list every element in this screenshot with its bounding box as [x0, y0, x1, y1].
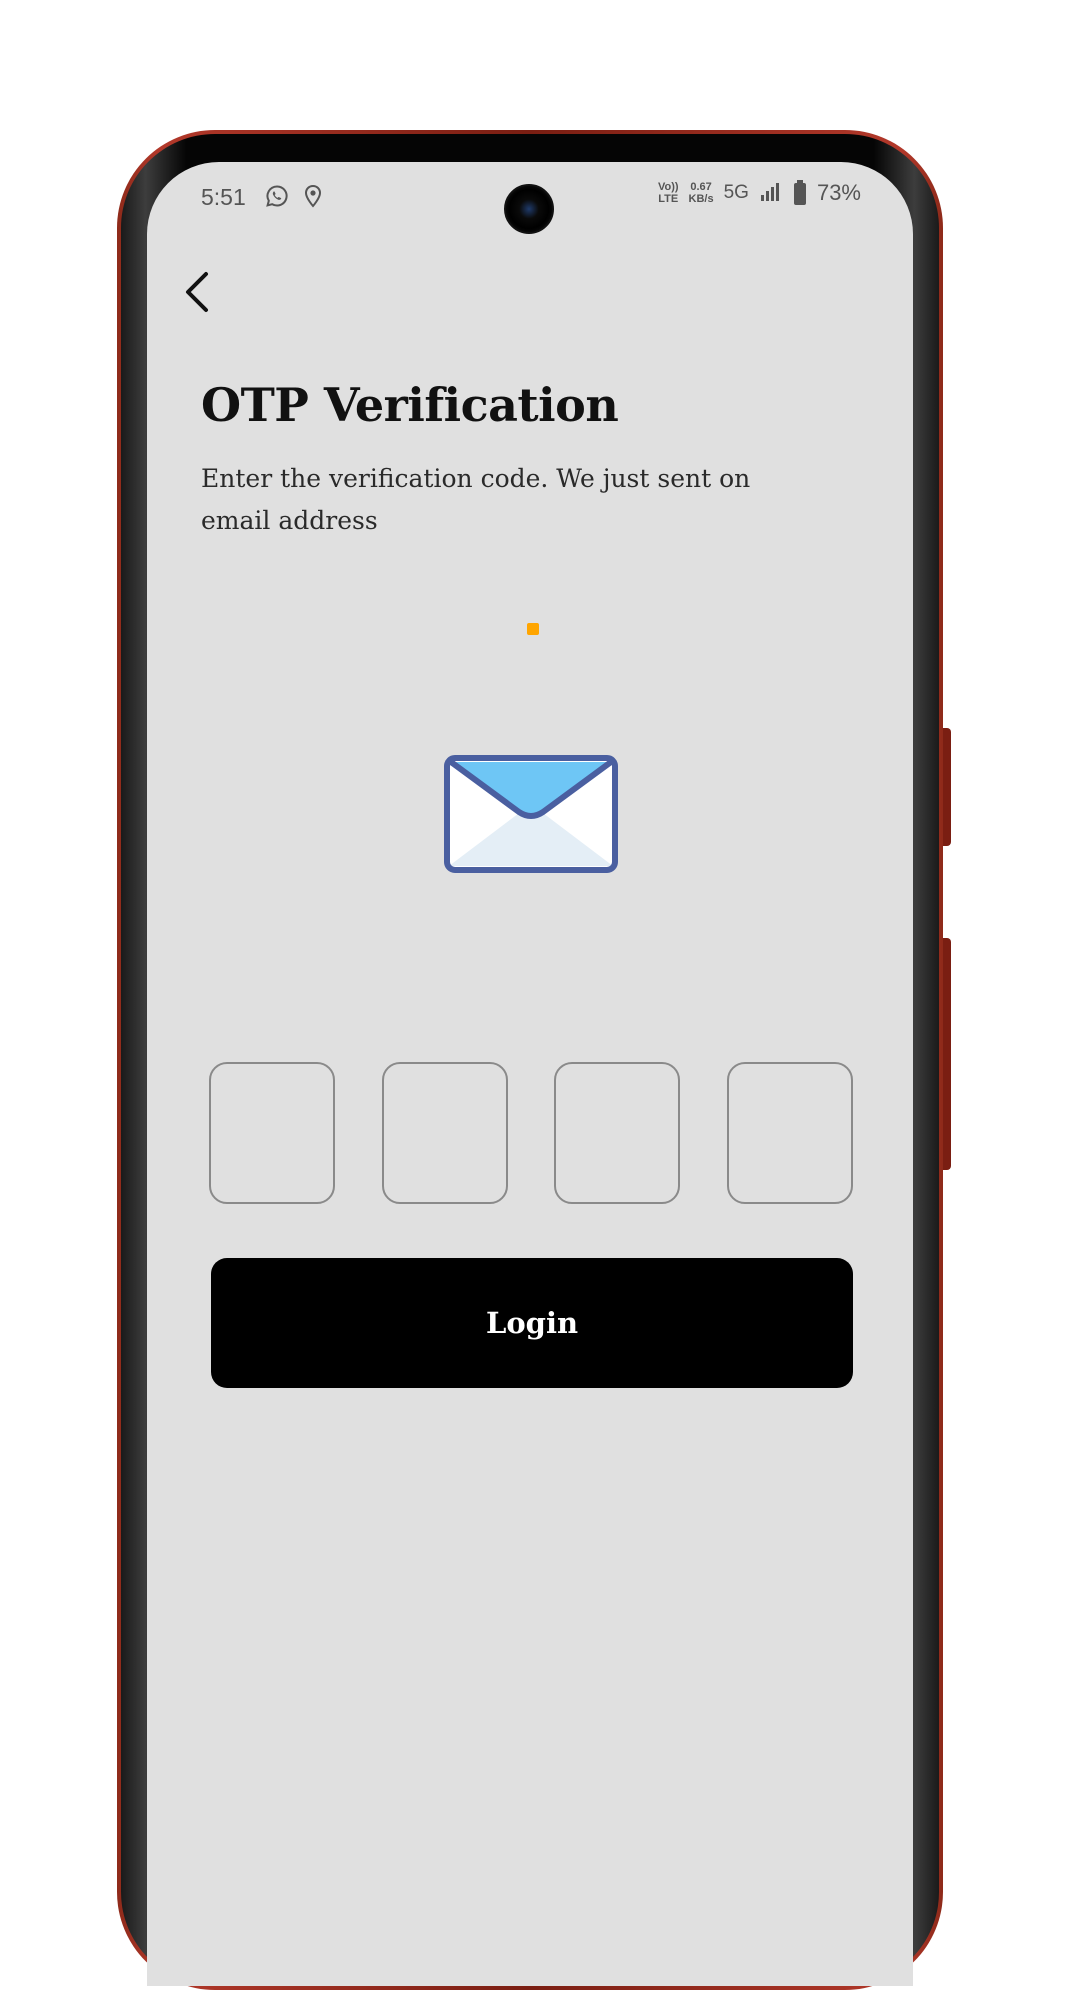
volume-button — [943, 728, 951, 846]
status-right-group: Vo)) LTE 0.67 KB/s 5G 73% — [658, 180, 861, 206]
signal-icon — [760, 183, 779, 201]
status-time: 5:51 — [201, 184, 246, 210]
status-bar: 5:51 Vo)) LTE 0.67 KB/s 5G 73% — [147, 162, 913, 234]
power-button — [943, 938, 951, 1170]
screen: 5:51 Vo)) LTE 0.67 KB/s 5G 73% OTP Verif… — [147, 162, 913, 1986]
battery-percent: 73% — [816, 180, 861, 205]
network-speed: 0.67 KB/s — [689, 181, 714, 205]
phone-frame: 5:51 Vo)) LTE 0.67 KB/s 5G 73% OTP Verif… — [117, 130, 951, 1990]
otp-digit-2[interactable] — [381, 1062, 508, 1204]
otp-digit-3[interactable] — [554, 1062, 681, 1204]
chevron-left-icon — [186, 272, 208, 312]
otp-input-group — [209, 1062, 853, 1204]
battery-icon — [793, 180, 806, 205]
front-camera — [504, 184, 554, 234]
volte-indicator: Vo)) LTE — [658, 181, 679, 205]
login-button[interactable]: Login — [211, 1258, 853, 1388]
whatsapp-icon — [266, 185, 288, 207]
phone-bezel: 5:51 Vo)) LTE 0.67 KB/s 5G 73% OTP Verif… — [121, 134, 939, 1986]
speed-value: 0.67 — [690, 181, 712, 193]
otp-digit-4[interactable] — [726, 1062, 853, 1204]
page-title: OTP Verification — [201, 378, 619, 432]
envelope-icon — [444, 755, 618, 873]
page-subtitle: Enter the verification code. We just sen… — [201, 464, 751, 535]
lte-label: LTE — [658, 193, 679, 205]
loading-indicator — [527, 623, 539, 635]
speed-unit: KB/s — [688, 193, 714, 205]
network-type: 5G — [723, 182, 749, 203]
back-button[interactable] — [175, 262, 219, 322]
otp-digit-1[interactable] — [209, 1062, 335, 1204]
volte-label: Vo)) — [657, 181, 679, 193]
location-pin-icon — [304, 184, 322, 208]
